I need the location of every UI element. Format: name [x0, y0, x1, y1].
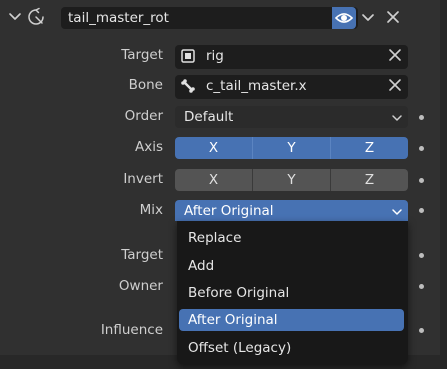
mix-value: After Original: [184, 203, 274, 219]
target-field[interactable]: rig: [175, 45, 408, 69]
menu-item-label: After Original: [188, 312, 278, 328]
scrollbar-region[interactable]: [440, 0, 447, 369]
menu-item-label: Before Original: [188, 285, 290, 301]
clear-target-icon[interactable]: [388, 48, 402, 62]
menu-item-before-original[interactable]: Before Original: [179, 282, 404, 304]
invert-toggle-group: X Y Z: [175, 169, 408, 191]
axis-z-toggle[interactable]: Z: [330, 137, 408, 159]
mix-keyframe-dot[interactable]: [419, 208, 424, 213]
axis-keyframe-dot[interactable]: [419, 146, 424, 151]
invert-keyframe-dot[interactable]: [419, 178, 424, 183]
mix-label: Mix: [139, 202, 163, 218]
invert-x-toggle[interactable]: X: [175, 169, 252, 191]
owner-space-label: Owner: [118, 278, 163, 294]
clear-bone-icon[interactable]: [388, 78, 402, 92]
target-space-keyframe-dot[interactable]: [419, 253, 424, 258]
copy-rotation-icon: [28, 7, 44, 25]
owner-space-keyframe-dot[interactable]: [419, 284, 424, 289]
chevron-down-icon: [392, 115, 402, 121]
target-value: rig: [206, 48, 224, 64]
menu-item-replace[interactable]: Replace: [179, 227, 404, 249]
order-value: Default: [184, 109, 234, 125]
chevron-down-icon[interactable]: [8, 10, 22, 24]
axis-y-toggle[interactable]: Y: [252, 137, 330, 159]
menu-item-offset-legacy[interactable]: Offset (Legacy): [179, 337, 404, 359]
menu-item-label: Add: [188, 258, 215, 274]
menu-item-label: Offset (Legacy): [188, 340, 292, 356]
visibility-toggle[interactable]: [332, 7, 356, 29]
bone-field[interactable]: c_tail_master.x: [175, 75, 408, 99]
bone-value: c_tail_master.x: [206, 78, 307, 94]
constraint-name-text: tail_master_rot: [68, 10, 169, 26]
axis-x-toggle[interactable]: X: [175, 137, 252, 159]
object-icon: [181, 49, 195, 63]
mix-dropdown[interactable]: After Original: [175, 200, 408, 221]
axis-toggle-group: X Y Z: [175, 137, 408, 159]
target-space-label: Target: [121, 247, 163, 263]
eye-icon: [335, 13, 353, 23]
influence-label: Influence: [100, 322, 163, 338]
target-label: Target: [121, 47, 163, 63]
chevron-down-icon: [392, 209, 402, 215]
bone-icon: [181, 79, 195, 93]
menu-item-add[interactable]: Add: [179, 255, 404, 277]
influence-keyframe-dot[interactable]: [419, 328, 424, 333]
bone-label: Bone: [128, 77, 163, 93]
menu-item-label: Replace: [188, 230, 242, 246]
order-keyframe-dot[interactable]: [419, 115, 424, 120]
extra-menu-chevron-icon[interactable]: [360, 10, 376, 26]
constraint-name-field[interactable]: tail_master_rot: [61, 7, 358, 29]
invert-label: Invert: [123, 171, 163, 187]
mix-dropdown-menu: Replace Add Before Original After Origin…: [177, 221, 408, 364]
order-label: Order: [124, 108, 163, 124]
close-icon[interactable]: [385, 9, 401, 25]
invert-y-toggle[interactable]: Y: [252, 169, 330, 191]
menu-item-after-original[interactable]: After Original: [179, 309, 404, 331]
order-dropdown[interactable]: Default: [175, 106, 408, 128]
axis-label: Axis: [134, 139, 163, 155]
invert-z-toggle[interactable]: Z: [330, 169, 408, 191]
